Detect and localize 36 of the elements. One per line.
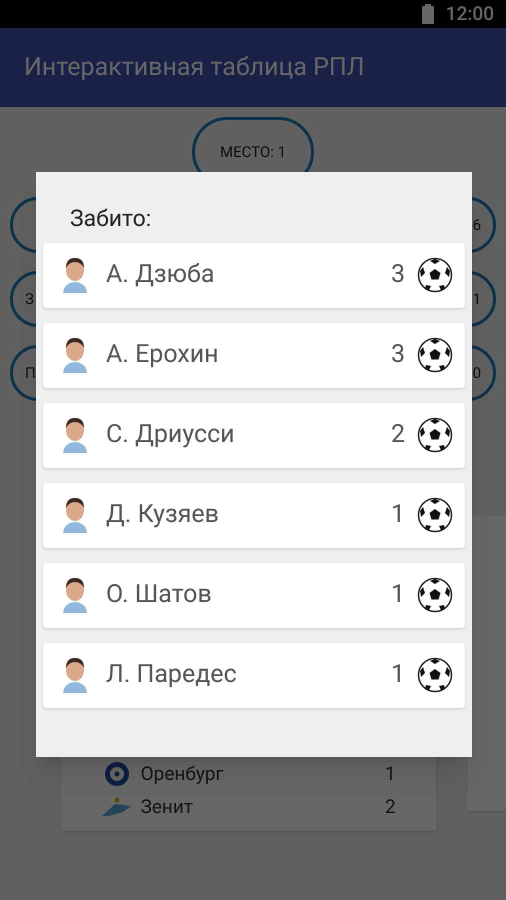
soccer-ball-icon (417, 417, 453, 453)
scorer-card[interactable]: А. Ерохин 3 (43, 322, 465, 388)
soccer-ball-icon (417, 577, 453, 613)
goal-count: 1 (390, 659, 405, 692)
goal-count: 2 (390, 419, 405, 452)
player-avatar (60, 577, 90, 613)
club-logo-icon (100, 796, 133, 818)
soccer-ball-icon (417, 657, 453, 693)
player-avatar (60, 497, 90, 533)
team-score: 2 (384, 794, 396, 820)
battery-icon (422, 4, 434, 24)
soccer-ball-icon (417, 257, 453, 293)
player-name: Л. Паредес (106, 659, 238, 692)
scorer-card[interactable]: Д. Кузяев 1 (43, 482, 465, 548)
app-title: Интерактивная таблица РПЛ (24, 52, 364, 84)
scorer-card[interactable]: А. Дзюба 3 (43, 242, 465, 308)
player-name: Д. Кузяев (106, 499, 220, 532)
team-name: Оренбург (140, 761, 224, 787)
player-name: С. Дриусси (106, 419, 236, 452)
team-name: Зенит (140, 794, 194, 820)
player-avatar (60, 657, 90, 693)
club-logo-icon (104, 761, 130, 788)
player-avatar (60, 337, 90, 373)
clock-time: 12:00 (446, 0, 494, 27)
dialog-title: Забито: (70, 204, 152, 234)
soccer-ball-icon (417, 497, 453, 533)
team-score: 1 (384, 761, 396, 787)
scorer-card[interactable]: Л. Паредес 1 (43, 642, 465, 708)
goal-count: 1 (390, 499, 405, 532)
soccer-ball-icon (417, 337, 453, 373)
scorer-card[interactable]: С. Дриусси 2 (43, 402, 465, 468)
player-avatar (60, 257, 90, 293)
player-name: О. Шатов (106, 579, 213, 612)
scorer-card[interactable]: О. Шатов 1 (43, 562, 465, 628)
goal-count: 1 (390, 579, 405, 612)
player-avatar (60, 417, 90, 453)
